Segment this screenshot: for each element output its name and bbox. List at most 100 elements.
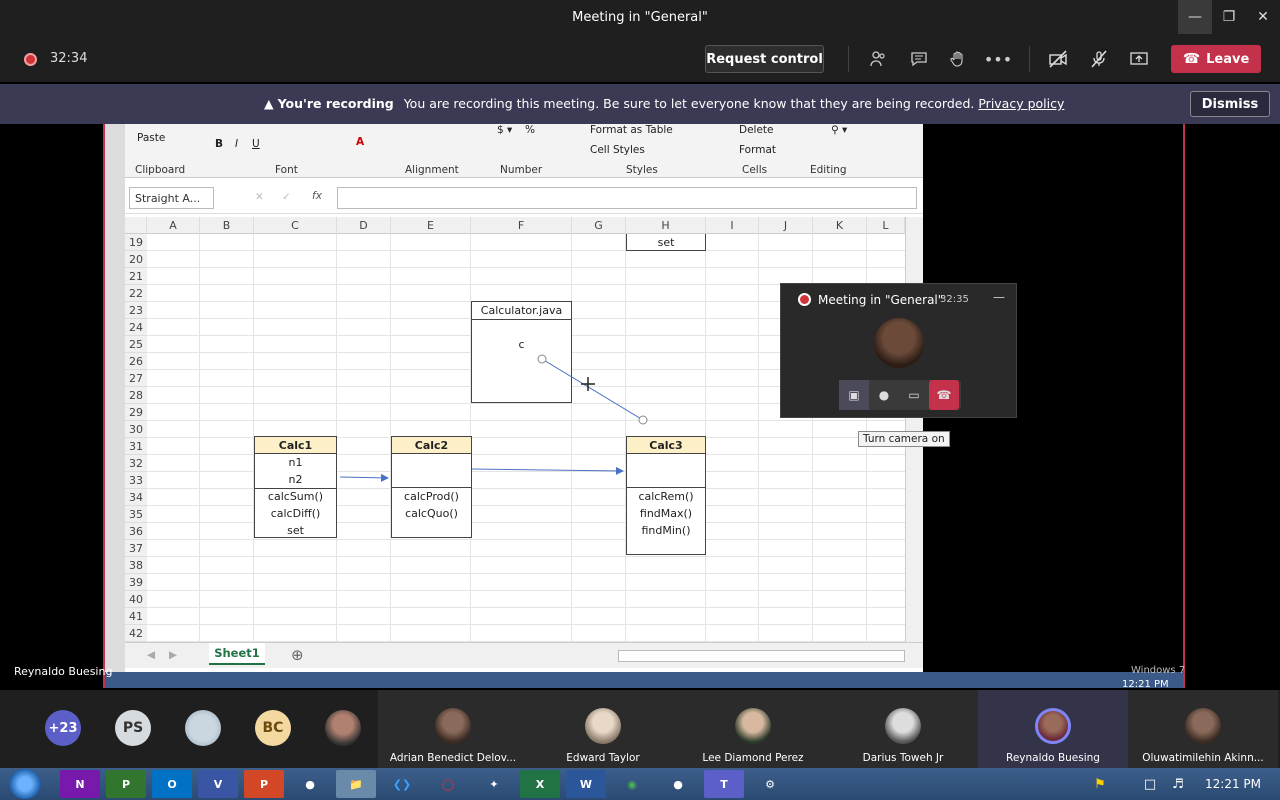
security-icon[interactable]: ⚑ [1090, 770, 1110, 798]
ribbon-group-label: Cells [742, 164, 768, 176]
outlook-icon[interactable]: O [152, 770, 192, 798]
opera-icon[interactable]: ◯ [428, 770, 468, 798]
column-header[interactable]: B [200, 217, 254, 234]
close-icon[interactable]: ✕ [1246, 0, 1280, 34]
prev-sheet-icon[interactable]: ◀ [147, 649, 155, 661]
mini-controls: ▣ ● ▭ ☎ [839, 380, 961, 410]
font-color-button[interactable]: A [356, 136, 364, 148]
participant-tile[interactable]: Darius Toweh Jr [828, 690, 978, 768]
cell-styles-button[interactable]: Cell Styles [590, 144, 645, 156]
leave-button[interactable]: ☎ Leave [1171, 45, 1261, 73]
delete-button[interactable]: Delete [739, 124, 774, 136]
column-header[interactable]: K [813, 217, 867, 234]
volume-icon[interactable]: ♬ [1168, 770, 1188, 798]
avatar[interactable]: BC [255, 710, 291, 746]
avatar [1035, 708, 1071, 744]
dismiss-button[interactable]: Dismiss [1190, 91, 1270, 117]
vertical-scrollbar[interactable] [905, 217, 923, 642]
request-control-button[interactable]: Request control [705, 45, 824, 73]
column-header[interactable]: L [867, 217, 905, 234]
privacy-policy-link[interactable]: Privacy policy [978, 96, 1064, 111]
publisher-icon[interactable]: P [106, 770, 146, 798]
underline-button[interactable]: U [252, 138, 260, 150]
format-button[interactable]: Format [739, 144, 776, 156]
mic-icon[interactable]: ● [869, 380, 899, 410]
column-header[interactable]: I [706, 217, 759, 234]
percent-icon[interactable]: % [525, 124, 535, 136]
column-header[interactable]: G [572, 217, 626, 234]
more-options-icon[interactable]: ••• [984, 47, 1012, 71]
excel-icon[interactable]: X [520, 770, 560, 798]
column-header[interactable]: H [626, 217, 706, 234]
start-button[interactable] [9, 769, 41, 799]
app-icon[interactable]: ✦ [474, 770, 514, 798]
network-icon[interactable]: □ [1140, 770, 1160, 798]
share-icon[interactable]: ▭ [899, 380, 929, 410]
eclipse-icon[interactable]: ● [658, 770, 698, 798]
participant-tile[interactable]: Oluwatimilehin Akinn... [1128, 690, 1278, 768]
select-all-corner[interactable] [125, 217, 147, 234]
add-sheet-icon[interactable]: ⊕ [291, 646, 304, 664]
share-screen-icon[interactable] [1127, 47, 1151, 71]
format-as-table-button[interactable]: Format as Table [590, 124, 673, 136]
mini-meeting-window[interactable]: Meeting in "General" 32:35 — ▣ ● ▭ ☎ [780, 283, 1017, 418]
insert-function-icon[interactable]: fx [312, 190, 322, 202]
next-sheet-icon[interactable]: ▶ [169, 649, 177, 661]
enter-icon[interactable]: ✓ [282, 191, 291, 203]
sheet-tab-sheet1[interactable]: Sheet1 [209, 643, 265, 665]
column-header[interactable]: E [391, 217, 471, 234]
participant-tile[interactable]: Adrian Benedict Delov... [378, 690, 528, 768]
column-header[interactable]: J [759, 217, 813, 234]
participant-tile[interactable]: Edward Taylor [528, 690, 678, 768]
visio-icon[interactable]: V [198, 770, 238, 798]
avatar[interactable] [185, 710, 221, 746]
raise-hand-icon[interactable] [946, 47, 970, 71]
column-header[interactable]: F [471, 217, 572, 234]
horizontal-scrollbar[interactable] [618, 650, 905, 662]
system-clock[interactable]: 12:21 PM [1205, 777, 1261, 791]
avatar[interactable] [325, 710, 361, 746]
vscode-icon[interactable]: ❮❯ [382, 770, 422, 798]
find-icon[interactable]: ⚲ ▾ [831, 124, 847, 136]
remote-desktop-strip [105, 124, 125, 688]
minimize-icon[interactable]: — [1178, 0, 1212, 34]
participants-icon[interactable] [866, 47, 890, 71]
mic-off-icon[interactable] [1087, 47, 1111, 71]
italic-button[interactable]: I [235, 138, 238, 150]
arrow-calc2-calc3 [471, 466, 624, 475]
teams-icon[interactable]: T [704, 770, 744, 798]
sheet-tab-bar: ◀ ▶ Sheet1 ⊕ [125, 642, 923, 668]
avatar [874, 318, 924, 368]
formula-input[interactable] [337, 187, 917, 209]
meeting-timer: 32:34 [50, 51, 88, 66]
currency-icon[interactable]: $ ▾ [497, 124, 512, 136]
chrome-icon[interactable]: ◉ [612, 770, 652, 798]
column-header[interactable]: D [337, 217, 391, 234]
camera-off-icon[interactable]: ▣ [839, 380, 869, 410]
avatar [585, 708, 621, 744]
warning-icon: ▲ [264, 96, 274, 111]
camera-off-icon[interactable] [1046, 47, 1070, 71]
hang-up-icon[interactable]: ☎ [929, 380, 959, 410]
participant-tile[interactable]: Lee Diamond Perez [678, 690, 828, 768]
bold-button[interactable]: B [215, 138, 223, 150]
app-icon[interactable]: ⚙ [750, 770, 790, 798]
recording-message: ▲ You're recording You are recording thi… [264, 96, 1064, 111]
maximize-icon[interactable]: ❐ [1212, 0, 1246, 34]
paste-button[interactable]: Paste [137, 132, 165, 144]
folder-icon[interactable]: 📁 [336, 770, 376, 798]
avatar[interactable]: PS [115, 710, 151, 746]
participant-tile[interactable]: Reynaldo Buesing [978, 690, 1128, 768]
eclipse-icon[interactable]: ● [290, 770, 330, 798]
column-header[interactable]: C [254, 217, 337, 234]
chat-icon[interactable] [907, 47, 931, 71]
name-box[interactable]: Straight A... [129, 187, 214, 209]
ribbon: Paste B I U A $ ▾ % Format as Table Cell… [125, 124, 923, 178]
powerpoint-icon[interactable]: P [244, 770, 284, 798]
column-header[interactable]: A [147, 217, 200, 234]
onenote-icon[interactable]: N [60, 770, 100, 798]
minimize-icon[interactable]: — [993, 290, 1005, 304]
cancel-icon[interactable]: ✕ [255, 191, 264, 203]
word-icon[interactable]: W [566, 770, 606, 798]
overflow-count[interactable]: +23 [45, 710, 81, 746]
